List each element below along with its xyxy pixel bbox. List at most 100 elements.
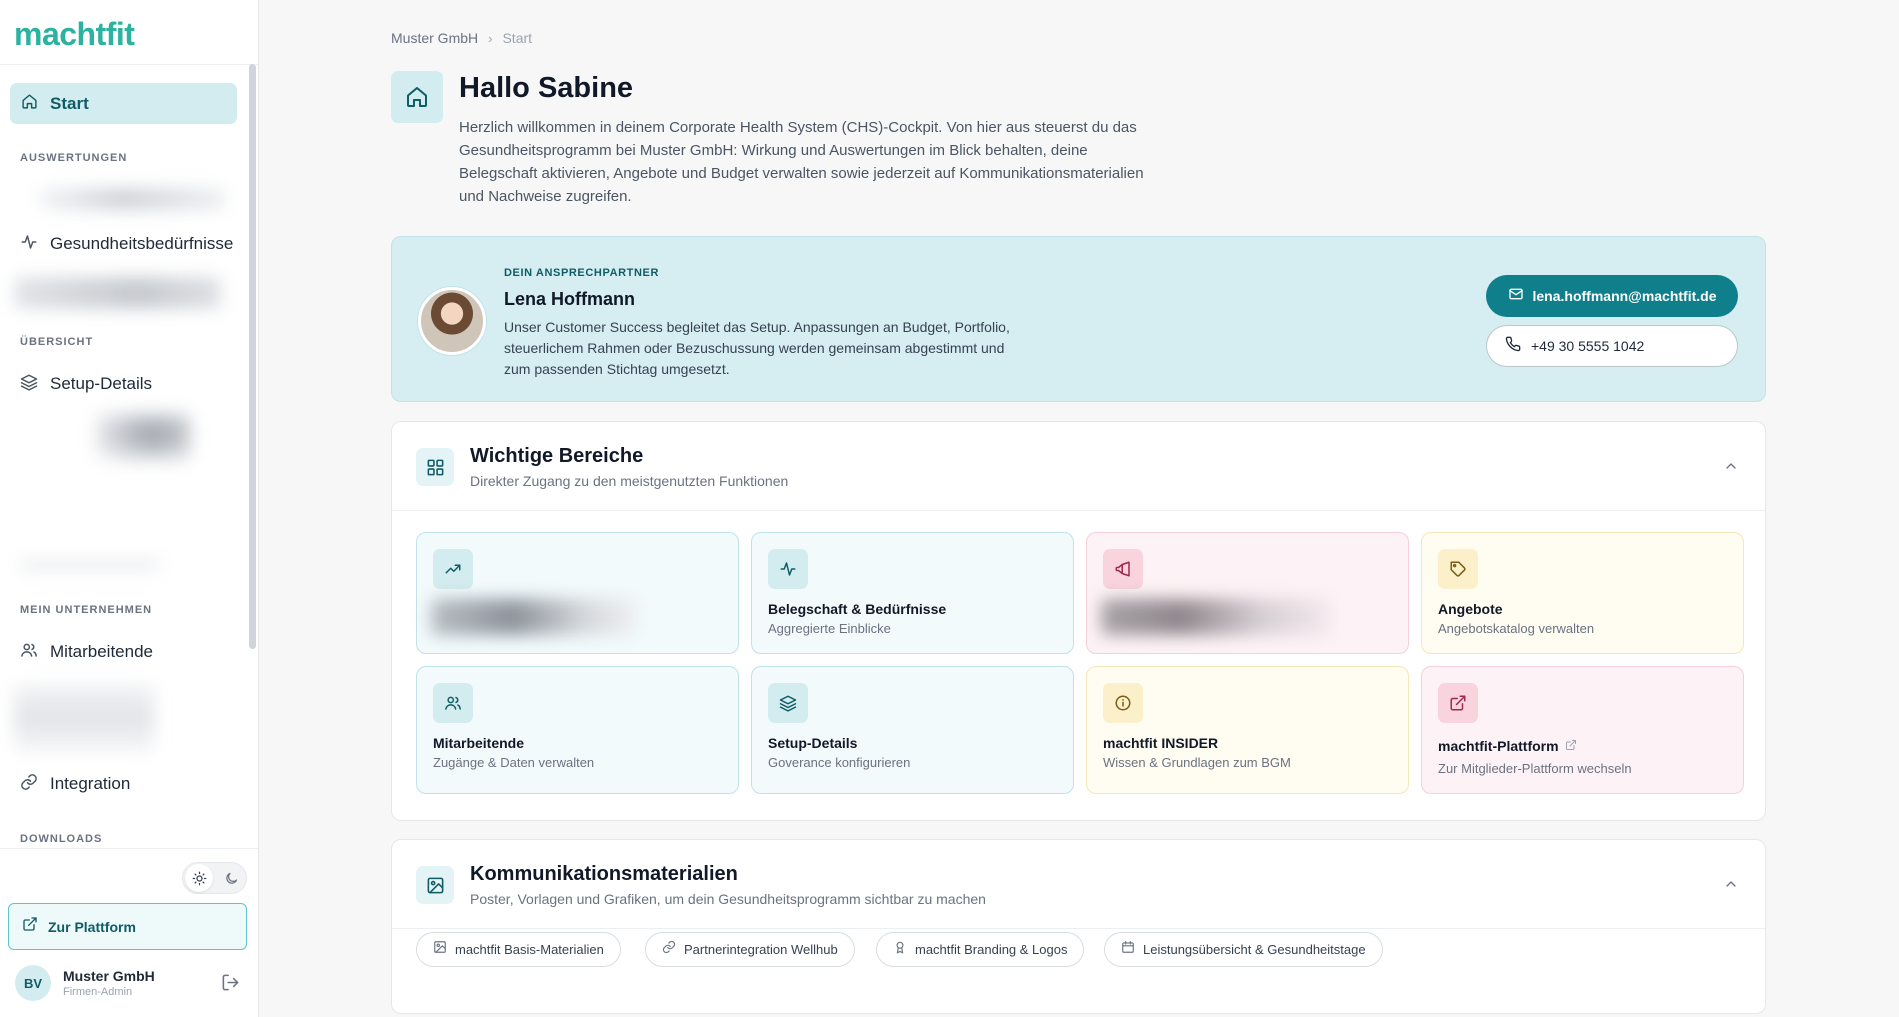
link-icon (662, 940, 676, 959)
phone-icon (1505, 336, 1521, 357)
blurred-nav-item[interactable] (40, 188, 225, 210)
section-label-unternehmen: MEIN UNTERNEHMEN (20, 604, 153, 616)
phone-button[interactable]: +49 30 5555 1042 (1486, 325, 1738, 367)
chevron-up-icon[interactable] (1723, 458, 1739, 479)
page-title: Hallo Sabine (459, 72, 634, 104)
blurred-tile-text (1101, 599, 1331, 635)
sidebar-item-gesundheit[interactable]: Gesundheitsbedürfnisse (20, 231, 233, 257)
contact-kicker: DEIN ANSPRECHPARTNER (504, 267, 660, 279)
link-icon (20, 773, 38, 796)
moon-icon[interactable] (217, 864, 245, 892)
chip-leistungsuebersicht[interactable]: Leistungsübersicht & Gesundheitstage (1104, 932, 1383, 967)
tile-insider[interactable]: machtfit INSIDER Wissen & Grundlagen zum… (1086, 666, 1409, 794)
tile-title: Angebote (1438, 601, 1503, 617)
image-icon (433, 940, 447, 959)
info-icon (1103, 683, 1143, 723)
tile-belegschaft[interactable]: Belegschaft & Bedürfnisse Aggregierte Ei… (751, 532, 1074, 654)
panel-title: Wichtige Bereiche (470, 445, 644, 467)
sidebar-item-mitarbeitende[interactable]: Mitarbeitende (20, 639, 153, 665)
chip-basis-materialien[interactable]: machtfit Basis-Materialien (416, 932, 621, 967)
breadcrumb: Muster GmbH › Start (391, 30, 532, 46)
panel-title: Kommunikationsmaterialien (470, 863, 738, 885)
mail-icon (1508, 286, 1524, 307)
panel-header[interactable]: Wichtige Bereiche Direkter Zugang zu den… (392, 422, 1765, 511)
sidebar-item-label: Setup-Details (50, 374, 153, 393)
calendar-icon (1121, 940, 1135, 959)
tile-subtitle: Zugänge & Daten verwalten (433, 755, 595, 770)
section-label-uebersicht: ÜBERSICHT (20, 336, 94, 348)
chip-branding-logos[interactable]: machtfit Branding & Logos (876, 932, 1085, 967)
logout-icon[interactable] (221, 973, 240, 997)
tile-angebote[interactable]: Angebote Angebotskatalog verwalten (1421, 532, 1744, 654)
blurred-nav-item[interactable] (14, 684, 154, 752)
blurred-nav-item[interactable] (96, 412, 191, 462)
grid-icon (416, 448, 454, 486)
tile-setup-details[interactable]: Setup-Details Goverance konfigurieren (751, 666, 1074, 794)
zur-plattform-button[interactable]: Zur Plattform (8, 903, 247, 950)
email-button[interactable]: lena.hoffmann@machtfit.de (1486, 275, 1738, 317)
divider (0, 848, 258, 849)
tile-mitarbeitende[interactable]: Mitarbeitende Zugänge & Daten verwalten (416, 666, 739, 794)
tile-title: machtfit-Plattform (1438, 738, 1559, 754)
tile-title: Setup-Details (768, 735, 858, 751)
user-role: Firmen-Admin (63, 986, 133, 998)
zur-plattform-label: Zur Plattform (48, 918, 136, 935)
breadcrumb-current: Start (502, 30, 533, 46)
tile-plattform[interactable]: machtfit-Plattform Zur Mitglieder-Plattf… (1421, 666, 1744, 794)
sidebar: machtfit Start AUSWERTUNGEN Gesundheitsb… (0, 0, 259, 1017)
sidebar-item-setup[interactable]: Setup-Details (20, 371, 152, 397)
award-icon (893, 940, 907, 959)
tile-title-row: machtfit-Plattform (1438, 738, 1577, 754)
chip-label: Leistungsübersicht & Gesundheitstage (1143, 942, 1366, 957)
external-link-icon (22, 916, 38, 937)
user-profile[interactable]: BV Muster GmbH Firmen-Admin (15, 963, 240, 1003)
wichtige-bereiche-panel: Wichtige Bereiche Direkter Zugang zu den… (391, 421, 1766, 821)
users-icon (20, 641, 38, 664)
email-label: lena.hoffmann@machtfit.de (1532, 288, 1717, 304)
tile-title: Belegschaft & Bedürfnisse (768, 601, 947, 617)
contact-description: Unser Customer Success begleitet das Set… (504, 319, 1010, 377)
blurred-tile-text (431, 599, 636, 635)
tile-subtitle: Aggregierte Einblicke (768, 621, 891, 636)
chip-label: machtfit Branding & Logos (915, 942, 1068, 957)
sun-icon[interactable] (185, 864, 213, 892)
home-icon (21, 93, 38, 115)
tile-kommunikation[interactable] (1086, 532, 1409, 654)
section-label-downloads: DOWNLOADS (20, 833, 103, 845)
blurred-nav-item[interactable] (14, 277, 221, 309)
chip-label: Partnerintegration Wellhub (684, 942, 838, 957)
activity-icon (20, 233, 38, 256)
sidebar-item-start[interactable]: Start (10, 83, 237, 124)
sidebar-item-integration[interactable]: Integration (20, 771, 130, 797)
tile-auswertungen[interactable] (416, 532, 739, 654)
sidebar-item-label: Gesundheitsbedürfnisse (50, 234, 234, 253)
image-icon (416, 866, 454, 904)
section-label-auswertungen: AUSWERTUNGEN (20, 152, 128, 164)
chip-partnerintegration[interactable]: Partnerintegration Wellhub (645, 932, 855, 967)
trending-up-icon (433, 549, 473, 589)
tile-title: machtfit INSIDER (1103, 735, 1219, 751)
theme-toggle[interactable] (182, 862, 247, 894)
sidebar-item-label: Mitarbeitende (50, 642, 154, 661)
blurred-nav-item[interactable] (20, 558, 160, 572)
external-link-icon (1438, 683, 1478, 723)
panel-subtitle: Direkter Zugang zu den meistgenutzten Fu… (470, 473, 789, 489)
layers-icon (20, 373, 38, 396)
tile-subtitle: Goverance konfigurieren (768, 755, 911, 770)
machtfit-logo[interactable]: machtfit (14, 16, 135, 53)
phone-label: +49 30 5555 1042 (1531, 338, 1645, 354)
user-name: Muster GmbH (63, 968, 155, 984)
tile-subtitle: Angebotskatalog verwalten (1438, 621, 1595, 636)
sidebar-item-label: Start (50, 93, 89, 113)
external-link-icon (1565, 738, 1577, 754)
layers-icon (768, 683, 808, 723)
breadcrumb-company[interactable]: Muster GmbH (391, 30, 478, 46)
panel-subtitle: Poster, Vorlagen und Grafiken, um dein G… (470, 891, 986, 907)
avatar: BV (15, 965, 51, 1001)
contact-name: Lena Hoffmann (504, 289, 636, 309)
panel-header[interactable]: Kommunikationsmaterialien Poster, Vorlag… (392, 840, 1765, 929)
sidebar-scrollbar[interactable] (249, 64, 256, 649)
megaphone-icon (1103, 549, 1143, 589)
chevron-up-icon[interactable] (1723, 876, 1739, 897)
users-icon (433, 683, 473, 723)
